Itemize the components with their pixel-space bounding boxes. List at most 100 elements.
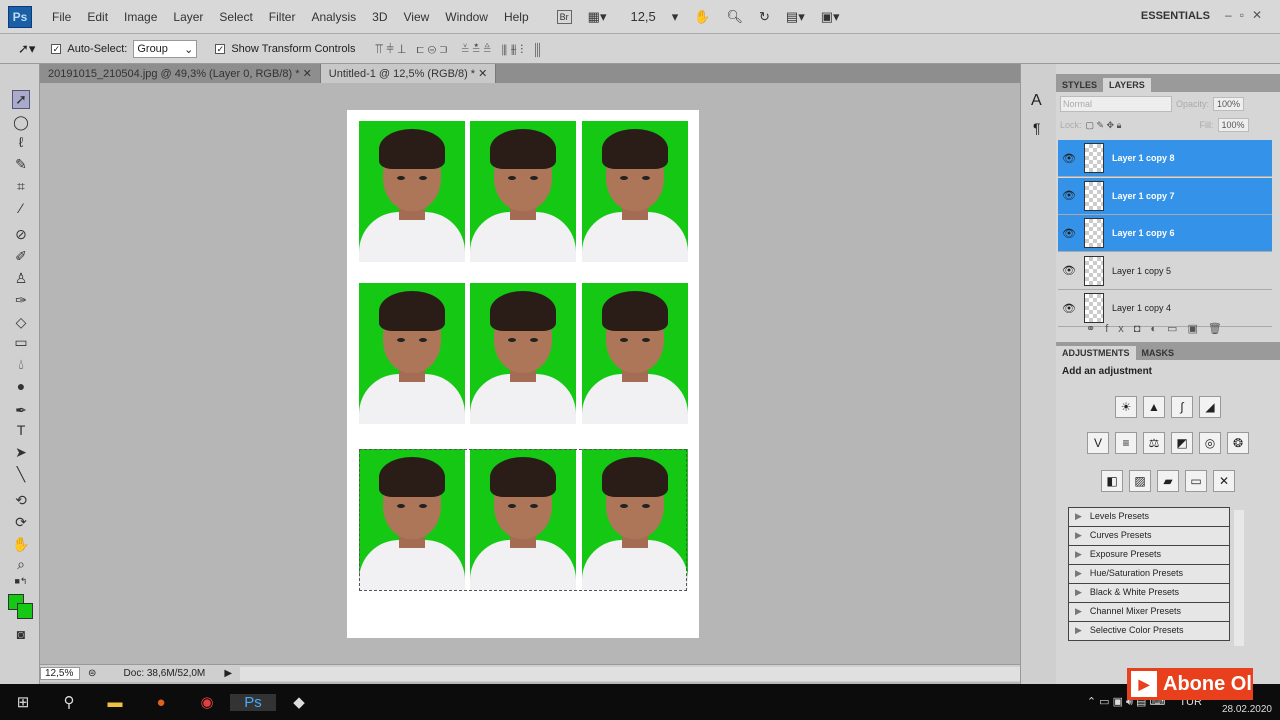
menu-help[interactable]: Help — [504, 10, 529, 24]
character-panel-icon[interactable]: A — [1031, 92, 1042, 110]
preset-item[interactable]: ▶ Channel Mixer Presets — [1068, 603, 1230, 622]
zoom-field[interactable]: 12,5% — [40, 667, 80, 680]
rotate-view-icon[interactable]: ↻ — [759, 9, 770, 25]
hand-icon[interactable]: ✋ — [12, 536, 30, 553]
layer-row[interactable]: 👁︎ Layer 1 copy 6 — [1058, 215, 1272, 252]
tab-styles[interactable]: STYLES — [1056, 78, 1103, 92]
black-white-icon[interactable]: ◩ — [1171, 432, 1193, 454]
levels-icon[interactable]: ▲ — [1143, 396, 1165, 418]
layer-row[interactable]: 👁︎ Layer 1 copy 8 — [1058, 140, 1272, 177]
align-icons[interactable]: ⫪ ⫩ ⊥ ⊏ ⊜ ⊐ ≚ ≛ ≜ ⫴ ⫵ ⫶ ⫼ — [375, 41, 540, 57]
crop-tool-icon[interactable]: ⌗ — [12, 178, 30, 195]
lasso-tool-icon[interactable]: ℓ — [12, 134, 30, 150]
move-tool-icon[interactable]: ➚ — [12, 90, 30, 109]
curves-icon[interactable]: ∫ — [1171, 396, 1193, 418]
screen-mode-2-icon[interactable]: ▣▾ — [821, 9, 840, 25]
tab-adjustments[interactable]: ADJUSTMENTS — [1056, 346, 1136, 360]
menu-image[interactable]: Image — [124, 10, 157, 24]
tab-photo[interactable]: 20191015_210504.jpg @ 49,3% (Layer 0, RG… — [40, 64, 321, 83]
type-icon[interactable]: T — [12, 422, 30, 438]
workspace-switcher[interactable]: ESSENTIALS — [1141, 10, 1210, 22]
exposure-icon[interactable]: ◢ — [1199, 396, 1221, 418]
menu-edit[interactable]: Edit — [87, 10, 108, 24]
zoom-level-select[interactable]: 12,5 — [630, 9, 655, 24]
quick-select-icon[interactable]: ✎ — [12, 156, 30, 173]
3d-orbit-icon[interactable]: ⟳ — [12, 514, 30, 531]
fill-field[interactable]: 100% — [1217, 118, 1249, 132]
eraser-icon[interactable]: ◇ — [12, 314, 30, 331]
path-select-icon[interactable]: ➤ — [12, 444, 30, 461]
app-icon[interactable]: ● — [138, 694, 184, 711]
background-color[interactable] — [17, 603, 33, 619]
expand-triangle-icon[interactable]: ▶ — [1075, 568, 1082, 580]
photo-filter-icon[interactable]: ◎ — [1199, 432, 1221, 454]
menu-filter[interactable]: Filter — [269, 10, 296, 24]
dodge-icon[interactable]: ● — [12, 378, 30, 394]
visibility-eye-icon[interactable]: 👁︎ — [1058, 227, 1080, 240]
opacity-field[interactable]: 100% — [1213, 97, 1245, 111]
subscribe-overlay[interactable]: ▶ Abone Ol — [1127, 668, 1253, 700]
tab-layers[interactable]: LAYERS — [1103, 78, 1151, 92]
close-icon[interactable]: ✕ — [303, 68, 312, 80]
window-controls[interactable]: ‒▫✕ — [1225, 8, 1270, 22]
auto-select-checkbox[interactable]: ✓ — [51, 43, 62, 54]
visibility-eye-icon[interactable]: 👁︎ — [1058, 189, 1080, 202]
close-icon[interactable]: ✕ — [478, 68, 487, 80]
preset-item[interactable]: ▶ Selective Color Presets — [1068, 622, 1230, 641]
visibility-eye-icon[interactable]: 👁︎ — [1058, 302, 1080, 315]
show-transform-checkbox[interactable]: ✓ — [215, 43, 226, 54]
menu-window[interactable]: Window — [445, 10, 488, 24]
eyedropper-icon[interactable]: ⁄ — [12, 200, 30, 216]
gradient-icon[interactable]: ▭ — [12, 334, 30, 351]
vibrance-icon[interactable]: V — [1087, 432, 1109, 454]
color-balance-icon[interactable]: ⚖ — [1143, 432, 1165, 454]
paragraph-panel-icon[interactable]: ¶ — [1033, 120, 1041, 136]
expand-triangle-icon[interactable]: ▶ — [1075, 587, 1082, 599]
brightness-icon[interactable]: ☀ — [1115, 396, 1137, 418]
tab-untitled[interactable]: Untitled-1 @ 12,5% (RGB/8) * ✕ — [320, 64, 497, 83]
stamp-icon[interactable]: ♙ — [12, 270, 30, 287]
blend-mode-select[interactable]: Normal — [1060, 96, 1172, 112]
menu-analysis[interactable]: Analysis — [311, 10, 356, 24]
expand-triangle-icon[interactable]: ▶ — [1075, 511, 1082, 523]
channel-mixer-icon[interactable]: ❂ — [1227, 432, 1249, 454]
zoom-icon[interactable]: 🔍︎ — [727, 9, 744, 25]
visibility-eye-icon[interactable]: 👁︎ — [1058, 264, 1080, 277]
layer-actions-bar[interactable]: ⚭fx◘◐▭▣🗑︎ — [1086, 322, 1232, 335]
file-explorer-icon[interactable]: ▬ — [92, 694, 138, 711]
hand-icon[interactable]: ✋ — [694, 9, 710, 25]
arrange-documents-icon[interactable]: ▤▾ — [786, 9, 805, 25]
preset-item[interactable]: ▶ Levels Presets — [1068, 508, 1230, 527]
auto-select-dropdown[interactable]: Group ⌄ — [133, 39, 198, 58]
visibility-eye-icon[interactable]: 👁︎ — [1058, 152, 1080, 165]
zoom-icon[interactable]: ⌕ — [12, 556, 30, 573]
preset-item[interactable]: ▶ Curves Presets — [1068, 527, 1230, 546]
expand-triangle-icon[interactable]: ▶ — [1075, 530, 1082, 542]
expand-triangle-icon[interactable]: ▶ — [1075, 625, 1082, 637]
3d-rotate-icon[interactable]: ⟲ — [12, 492, 30, 509]
gradient-map-icon[interactable]: ▭ — [1185, 470, 1207, 492]
history-brush-icon[interactable]: ✑ — [12, 292, 30, 309]
status-icon[interactable]: ⊜ — [88, 668, 96, 679]
blur-icon[interactable]: 💧︎ — [12, 356, 30, 373]
layer-row[interactable]: 👁︎ Layer 1 copy 5 — [1058, 253, 1272, 290]
brush-icon[interactable]: ✐ — [12, 248, 30, 265]
presets-scrollbar[interactable] — [1234, 510, 1244, 646]
expand-triangle-icon[interactable]: ▶ — [1075, 549, 1082, 561]
swap-colors-icon[interactable]: ■↰ — [12, 576, 30, 587]
healing-brush-icon[interactable]: ⊘ — [12, 226, 30, 243]
chevron-down-icon[interactable]: ▾ — [672, 9, 679, 25]
transform-bounding-box[interactable] — [359, 449, 687, 591]
menu-3d[interactable]: 3D — [372, 10, 387, 24]
preset-item[interactable]: ▶ Hue/Saturation Presets — [1068, 565, 1230, 584]
preset-item[interactable]: ▶ Exposure Presets — [1068, 546, 1230, 565]
menu-file[interactable]: File — [52, 10, 71, 24]
quick-mask-icon[interactable]: ◙ — [12, 626, 30, 642]
lock-icons[interactable]: ▢ ✎ ✥ 🔒︎ — [1086, 120, 1196, 131]
menu-layer[interactable]: Layer — [173, 10, 203, 24]
horizontal-scrollbar[interactable] — [240, 666, 1020, 681]
preset-item[interactable]: ▶ Black & White Presets — [1068, 584, 1230, 603]
screen-mode-icon[interactable]: ▦▾ — [588, 9, 607, 25]
posterize-icon[interactable]: ▨ — [1129, 470, 1151, 492]
line-icon[interactable]: ╲ — [12, 466, 30, 483]
